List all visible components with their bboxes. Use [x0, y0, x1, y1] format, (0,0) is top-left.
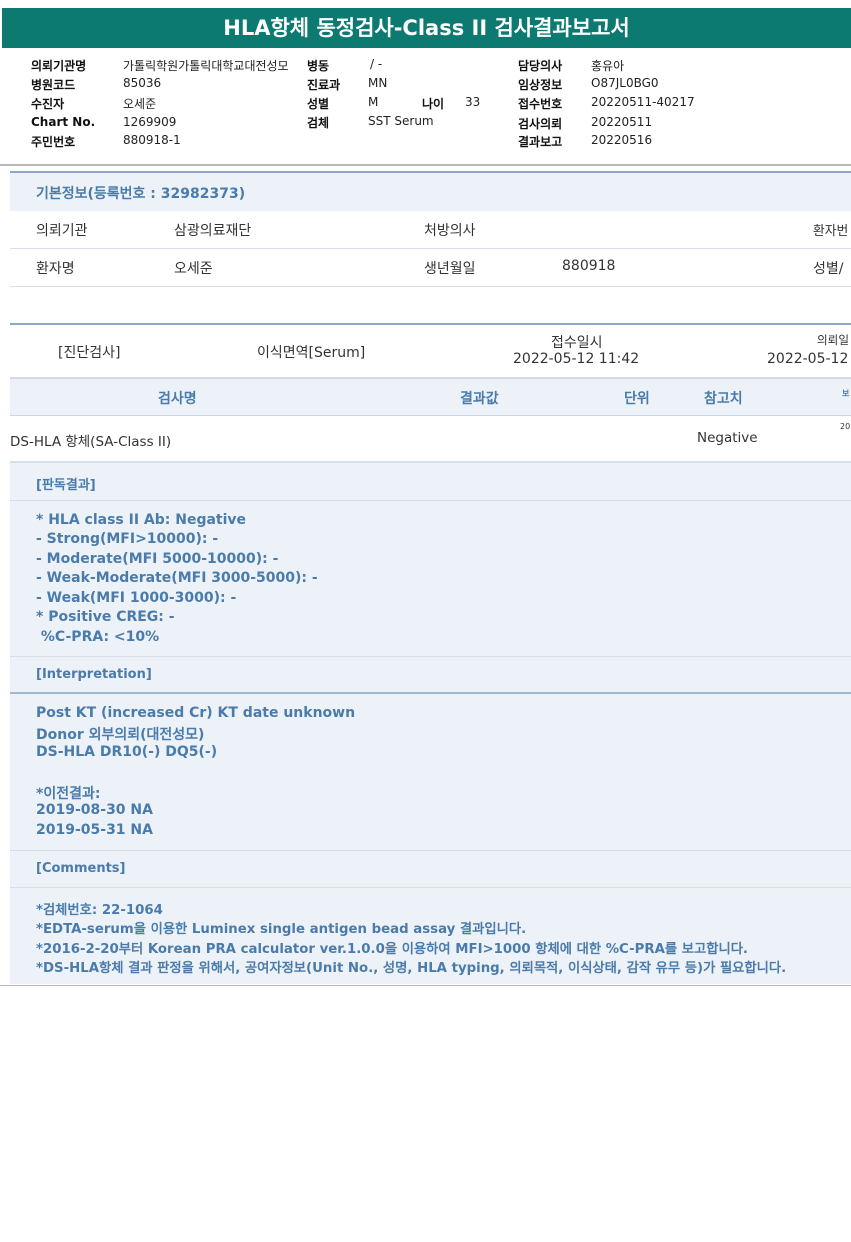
judgement-line: - Weak-Moderate(MFI 3000-5000): - — [36, 570, 318, 586]
judgement-line: * HLA class II Ab: Negative — [36, 512, 247, 528]
rrn-label: 주민번호 — [31, 135, 76, 149]
judgement-line: - Strong(MFI>10000): - — [36, 531, 219, 547]
clinical-label: 임상정보 — [518, 78, 563, 92]
basic-sex-label: 성별/ — [813, 261, 844, 277]
chart-label: Chart No. — [31, 115, 96, 129]
comments-header: [Comments] — [10, 850, 851, 888]
sex-label: 성별 — [307, 97, 330, 111]
inst-value: 가톨릭학원가톨릭대학교대전성모 — [123, 59, 289, 73]
report-label: 결과보고 — [518, 135, 563, 149]
comments-body: *검체번호: 22-1064 *EDTA-serum을 이용한 Luminex … — [10, 888, 851, 984]
dept-value: MN — [368, 76, 388, 90]
hosp-code-label: 병원코드 — [31, 78, 76, 92]
request-label: 검사의뢰 — [518, 117, 563, 131]
judgement-header: [판독결과] — [10, 462, 851, 501]
row-test-name: DS-HLA 항체(SA-Class II) — [10, 434, 172, 450]
inst-label: 의뢰기관명 — [31, 59, 87, 73]
comments-line: *2016-2-20부터 Korean PRA calculator ver.1… — [36, 942, 748, 957]
request-value: 20220511 — [591, 115, 653, 129]
age-label: 나이 — [422, 97, 445, 111]
basic-prescriber-label: 처방의사 — [424, 223, 476, 239]
comments-line: *검체번호: 22-1064 — [36, 903, 163, 918]
col-result: 결과값 — [460, 391, 499, 407]
row-extra: 20 — [840, 422, 851, 431]
report-value: 20220516 — [591, 133, 653, 147]
examinee-label: 수진자 — [31, 97, 65, 111]
clinical-value: O87JL0BG0 — [591, 76, 659, 90]
judgement-line: %C-PRA: <10% — [36, 629, 160, 645]
doctor-value: 홍유아 — [591, 59, 625, 73]
header-divider — [0, 164, 851, 166]
hosp-code-value: 85036 — [123, 76, 162, 90]
table-row[interactable]: DS-HLA 항체(SA-Class II) Negative 20 — [10, 416, 851, 462]
sex-value: M — [368, 95, 379, 109]
requested-value: 2022-05-12 — [767, 351, 849, 367]
judgement-line: - Weak(MFI 1000-3000): - — [36, 590, 237, 606]
basic-dob-label: 생년월일 — [424, 261, 476, 277]
basic-dob-value: 880918 — [562, 258, 616, 274]
interpretation-heading: [Interpretation] — [36, 667, 152, 682]
order-info-row: [진단검사] 이식면역[Serum] 접수일시 2022-05-12 11:42… — [10, 323, 851, 378]
basic-info-header: 기본정보(등록번호 : 32982373) — [10, 171, 851, 211]
row-reference: Negative — [697, 430, 758, 446]
col-reference: 참고치 — [704, 391, 743, 407]
report-title: HLA항체 동정검사-Class II 검사결과보고서 — [2, 8, 851, 48]
judgement-line: * Positive CREG: - — [36, 609, 175, 625]
judgement-body: * HLA class II Ab: Negative - Strong(MFI… — [10, 501, 851, 656]
interpretation-header: [Interpretation] — [10, 656, 851, 694]
received-value: 2022-05-12 11:42 — [513, 351, 640, 367]
specimen-label: 검체 — [307, 116, 330, 130]
order-category: [진단검사] — [58, 345, 121, 361]
basic-info-row-1: 의뢰기관 삼광의료재단 처방의사 환자번 — [10, 211, 851, 249]
judgement-heading: [판독결과] — [36, 478, 96, 493]
interpretation-line: DS-HLA DR10(-) DQ5(-) — [36, 744, 218, 760]
requested-label: 의뢰일 — [817, 333, 849, 347]
interpretation-body: Post KT (increased Cr) KT date unknown D… — [10, 694, 851, 850]
receipt-no-value: 20220511-40217 — [591, 95, 695, 109]
ward-label: 병동 — [307, 57, 330, 74]
age-value: 33 — [465, 95, 481, 109]
report-bottom-divider — [0, 985, 851, 986]
doctor-label: 담당의사 — [518, 59, 563, 73]
interpretation-line: *이전결과: — [36, 786, 101, 802]
rrn-value: 880918-1 — [123, 133, 181, 147]
receipt-no-label: 접수번호 — [518, 97, 563, 111]
order-sample: 이식면역[Serum] — [257, 345, 366, 361]
interpretation-line: Post KT (increased Cr) KT date unknown — [36, 705, 356, 721]
col-unit: 단위 — [624, 391, 650, 407]
examinee-value: 오세준 — [123, 97, 157, 111]
chart-value: 1269909 — [123, 115, 177, 129]
basic-info-heading: 기본정보(등록번호 : 32982373) — [36, 186, 246, 202]
results-table-header: 검사명 결과값 단위 참고치 보 — [10, 378, 851, 416]
basic-patient-no-label: 환자번 — [813, 224, 849, 239]
specimen-value: SST Serum — [368, 114, 434, 128]
interpretation-line: 2019-05-31 NA — [36, 822, 153, 838]
comments-line: *EDTA-serum을 이용한 Luminex single antigen … — [36, 922, 527, 937]
interpretation-line: Donor 외부의뢰(대전성모) — [36, 727, 205, 743]
col-test-name: 검사명 — [158, 391, 197, 407]
basic-info-row-2: 환자명 오세준 생년월일 880918 성별/ — [10, 249, 851, 287]
basic-name-value: 오세준 — [174, 261, 213, 277]
received-label: 접수일시 — [551, 335, 603, 351]
comments-heading: [Comments] — [36, 861, 126, 876]
basic-inst-value: 삼광의료재단 — [174, 223, 252, 239]
judgement-line: - Moderate(MFI 5000-10000): - — [36, 551, 279, 567]
col-extra: 보 — [842, 389, 850, 398]
comments-line: *DS-HLA항체 결과 판정을 위해서, 공여자정보(Unit No., 성명… — [36, 961, 787, 976]
basic-name-label: 환자명 — [36, 261, 75, 277]
ward-value: / - — [370, 57, 383, 71]
interpretation-line: 2019-08-30 NA — [36, 802, 153, 818]
basic-inst-label: 의뢰기관 — [36, 223, 88, 239]
dept-label: 진료과 — [307, 78, 341, 92]
